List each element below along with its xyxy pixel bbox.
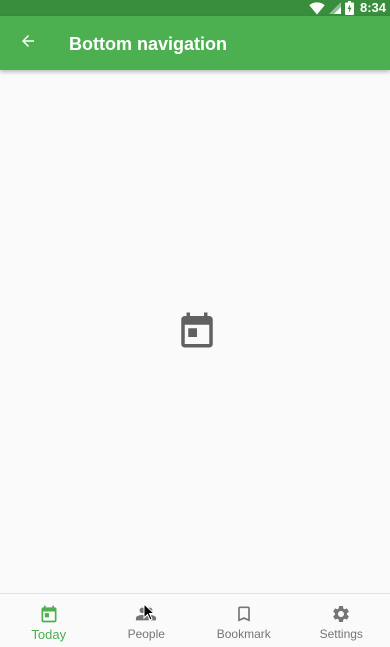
nav-label-settings: Settings [320, 627, 363, 641]
calendar-today-icon [176, 308, 218, 352]
arrow-back-icon [19, 32, 37, 55]
bookmark-icon [233, 603, 255, 625]
wifi-icon [309, 2, 325, 15]
nav-label-people: People [128, 627, 165, 641]
content-area [0, 70, 390, 593]
nav-item-today[interactable]: Today [0, 594, 98, 647]
nav-item-people[interactable]: People [98, 594, 196, 647]
nav-label-bookmark: Bookmark [217, 627, 271, 641]
back-button[interactable] [8, 23, 48, 63]
bottom-navigation: Today People Bookmark Settings [0, 593, 390, 647]
nav-item-bookmark[interactable]: Bookmark [195, 594, 293, 647]
status-icons: 8:34 [309, 0, 386, 16]
people-icon [135, 603, 157, 625]
status-time: 8:34 [360, 0, 386, 16]
nav-item-settings[interactable]: Settings [293, 594, 390, 647]
status-bar: 8:34 [0, 0, 390, 16]
app-bar: Bottom navigation [0, 16, 390, 70]
nav-label-today: Today [31, 627, 66, 642]
calendar-icon [38, 603, 60, 625]
signal-icon [329, 2, 341, 14]
page-title: Bottom navigation [69, 16, 227, 70]
settings-gear-icon [330, 603, 352, 625]
battery-icon [345, 1, 354, 15]
